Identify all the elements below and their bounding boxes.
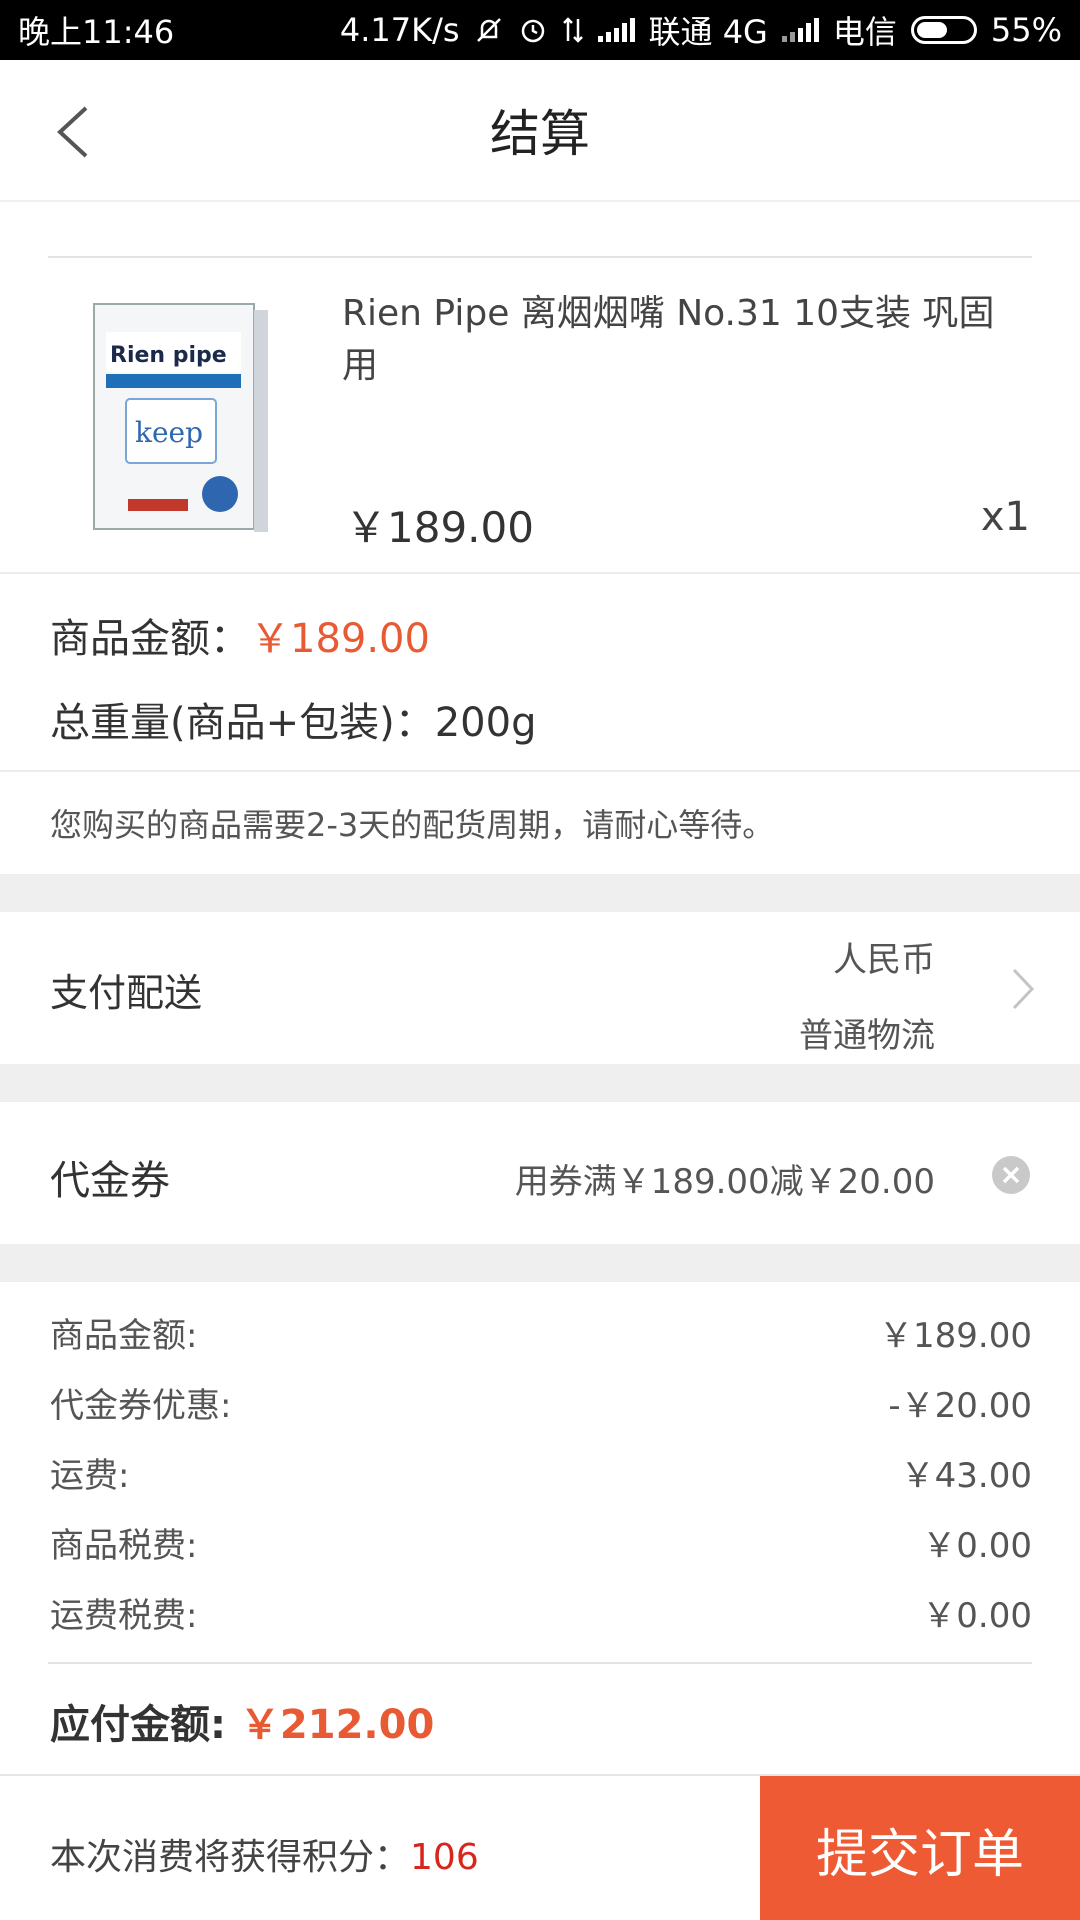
signal-icon [597,18,635,42]
breakdown-label: 代金券优惠: [50,1386,232,1426]
signal-icon-2 [781,18,819,42]
product-image: Rien pipe keep [88,294,273,539]
coupon-label: 代金券 [50,1158,170,1204]
alarm-icon [518,15,548,45]
breakdown-value: ￥0.00 [922,1596,1032,1636]
breakdown-value: ￥189.00 [879,1316,1032,1356]
amount-label: 商品金额： [50,616,250,662]
points-info: 本次消费将获得积分：106 [50,1828,479,1880]
divider [48,1662,1032,1664]
chevron-right-icon [1008,964,1038,1014]
section-gap [0,874,1080,912]
weight-row: 总重量(商品+包装)：200g [50,690,536,748]
coupon-row[interactable]: 代金券 用券满￥189.00减￥20.00 [0,1102,1080,1244]
breakdown-value: ￥0.00 [922,1526,1032,1566]
delivery-notice: 您购买的商品需要2-3天的配货周期，请耐心等待。 [50,806,775,844]
breakdown-value: ￥43.00 [900,1456,1032,1496]
status-bar: 晚上11:46 4.17K/s 联通 4G 电信 55% [0,0,1080,60]
status-time: 晚上11:46 [18,13,175,51]
amount-row: 商品金额：￥189.00 [50,606,430,664]
payable-value: ￥212.00 [239,1702,435,1748]
price-breakdown: 商品金额: ￥189.00 代金券优惠: -￥20.00 运费: ￥43.00 … [0,1282,1080,1774]
carrier-unicom: 联通 4G [648,13,768,51]
breakdown-row: 运费: ￥43.00 [50,1448,1032,1498]
product-qty: x1 [980,494,1030,540]
mute-icon [474,15,504,45]
order-summary: 商品金额：￥189.00 总重量(商品+包装)：200g [0,576,1080,772]
breakdown-label: 运费: [50,1456,130,1496]
net-speed: 4.17K/s [339,11,460,49]
amount-value: ￥189.00 [250,616,430,662]
payment-currency: 人民币 [833,940,935,980]
back-arrow-icon[interactable] [48,102,98,162]
product-item[interactable]: Rien pipe keep Rien Pipe 离烟烟嘴 No.31 10支装… [0,258,1080,574]
breakdown-row: 商品税费: ￥0.00 [50,1518,1032,1568]
product-name: Rien Pipe 离烟烟嘴 No.31 10支装 巩固用 [342,293,995,386]
thumb-keep: keep [135,416,203,449]
points-label: 本次消费将获得积分： [50,1837,411,1878]
section-gap [0,1244,1080,1282]
top-nav: 结算 [0,60,1080,202]
breakdown-row: 代金券优惠: -￥20.00 [50,1378,1032,1428]
points-value: 106 [410,1837,479,1878]
thumb-brand: Rien pipe [110,343,227,368]
weight-label: 总重量(商品+包装)： [50,700,435,746]
breakdown-label: 商品税费: [50,1526,198,1566]
weight-value: 200g [434,700,537,746]
breakdown-row: 商品金额: ￥189.00 [50,1308,1032,1358]
breakdown-row: 运费税费: ￥0.00 [50,1588,1032,1638]
status-right-group: 4.17K/s 联通 4G 电信 55% [340,7,1062,53]
carrier-telecom: 电信 [832,13,897,51]
page-title: 结算 [490,105,590,163]
payable-row: 应付金额: ￥212.00 [50,1692,434,1750]
section-gap [0,1064,1080,1102]
product-price: ￥189.00 [345,503,534,552]
payment-label: 支付配送 [50,971,203,1015]
data-transfer-icon [562,15,584,45]
shipping-method: 普通物流 [799,1016,935,1056]
payment-shipping-row[interactable]: 支付配送 人民币 普通物流 [0,912,1080,1064]
breakdown-label: 运费税费: [50,1596,198,1636]
battery-percent: 55% [990,11,1062,49]
payable-label: 应付金额: [50,1702,240,1748]
breakdown-value: -￥20.00 [888,1386,1032,1426]
clear-coupon-icon[interactable] [992,1156,1030,1194]
breakdown-label: 商品金额: [50,1316,198,1356]
coupon-value: 用券满￥189.00减￥20.00 [514,1162,935,1202]
battery-icon [910,16,977,44]
bottom-bar: 本次消费将获得积分：106 提交订单 [0,1774,1080,1920]
submit-order-button[interactable]: 提交订单 [760,1776,1080,1920]
